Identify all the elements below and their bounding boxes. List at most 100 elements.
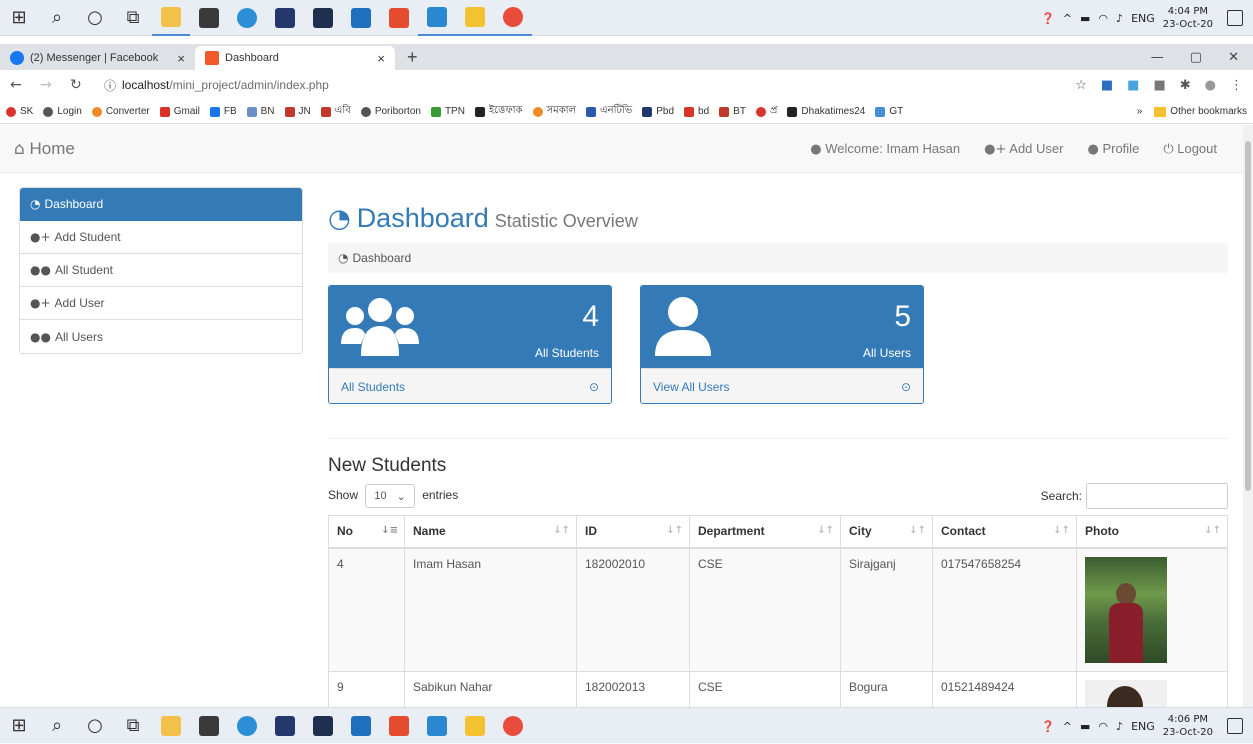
bookmark[interactable]: Dhakatimes24 (787, 106, 865, 117)
add-user-link[interactable]: ●+ Add User (984, 141, 1063, 157)
extension-icon[interactable]: ■ (1153, 78, 1165, 93)
app-icon[interactable] (380, 0, 418, 36)
star-icon[interactable]: ☆ (1075, 78, 1087, 93)
bookmark[interactable]: BN (246, 106, 275, 117)
dropbox-icon[interactable] (304, 708, 342, 744)
column-header-name[interactable]: Name ↓↑ (404, 515, 577, 549)
bookmark[interactable]: এনটিভি (586, 103, 632, 120)
sort-icon[interactable]: ↓↑ (1204, 525, 1221, 536)
bookmark[interactable]: TPN (430, 106, 465, 117)
bookmark[interactable]: প্র (755, 103, 777, 120)
mail-icon[interactable] (342, 708, 380, 744)
volume-icon[interactable]: ♪ (1116, 12, 1123, 25)
extension-icon[interactable]: ■ (1127, 78, 1139, 93)
forward-icon[interactable]: → (40, 77, 60, 93)
chevron-up-icon[interactable]: ^ (1063, 12, 1072, 25)
bookmark[interactable]: Pbd (642, 106, 674, 117)
mail-icon[interactable] (342, 0, 380, 36)
powershell-icon[interactable] (266, 708, 304, 744)
search-icon[interactable]: ⌕ (38, 0, 76, 36)
profile-link[interactable]: ● Profile (1087, 141, 1139, 157)
vscode-icon[interactable] (418, 708, 456, 744)
battery-icon[interactable]: ▬ (1080, 720, 1090, 733)
notification-icon[interactable] (1227, 10, 1243, 26)
edge-icon[interactable] (228, 708, 266, 744)
search-input[interactable] (1086, 483, 1228, 509)
menu-icon[interactable]: ⋮ (1230, 78, 1243, 93)
bookmark[interactable]: Poriborton (360, 106, 421, 117)
windows-start-icon[interactable]: ⊞ (0, 708, 38, 744)
welcome-link[interactable]: ● Welcome: Imam Hasan (810, 141, 960, 157)
vscode-icon[interactable] (418, 0, 456, 36)
store-icon[interactable] (190, 0, 228, 36)
sort-asc-icon[interactable]: ↓≡ (381, 525, 398, 536)
reload-icon[interactable]: ↻ (70, 77, 90, 93)
logout-link[interactable]: ⏻ Logout (1163, 141, 1217, 157)
clock[interactable]: 4:06 PM 23-Oct-20 (1163, 713, 1213, 739)
task-view-icon[interactable]: ⧉ (114, 708, 152, 744)
maximize-icon[interactable]: ▢ (1190, 50, 1202, 65)
entries-select[interactable]: 10 ⌄ (365, 484, 415, 508)
view-all-users-link[interactable]: View All Users (653, 380, 729, 394)
wifi-icon[interactable]: ◠ (1098, 12, 1108, 25)
bookmark[interactable]: JN (284, 106, 311, 117)
task-view-icon[interactable]: ⧉ (114, 0, 152, 36)
bookmark[interactable]: Gmail (159, 106, 200, 117)
column-header-id[interactable]: ID ↓↑ (576, 515, 690, 549)
column-header-department[interactable]: Department ↓↑ (689, 515, 841, 549)
bookmark[interactable]: সমকাল (532, 103, 576, 120)
bookmark[interactable]: BT (719, 106, 746, 117)
volume-icon[interactable]: ♪ (1116, 720, 1123, 733)
battery-icon[interactable]: ▬ (1080, 12, 1090, 25)
file-explorer-icon[interactable] (152, 708, 190, 744)
notification-icon[interactable] (1227, 718, 1243, 734)
app-icon[interactable] (380, 708, 418, 744)
students-card-footer[interactable]: All Students ⊙ (329, 368, 611, 403)
help-icon[interactable]: ❓ (1041, 12, 1055, 25)
sort-icon[interactable]: ↓↑ (666, 525, 683, 536)
arrow-circle-icon[interactable]: ⊙ (901, 380, 911, 394)
bookmark[interactable]: Login (43, 106, 82, 117)
tab-dashboard[interactable]: Dashboard × (195, 46, 395, 70)
edge-icon[interactable] (228, 0, 266, 36)
more-bookmarks-icon[interactable]: » (1137, 106, 1143, 117)
pycharm-icon[interactable] (456, 708, 494, 744)
help-icon[interactable]: ❓ (1041, 720, 1055, 733)
sidebar-item-all-student[interactable]: ●● All Student (20, 254, 302, 287)
column-header-contact[interactable]: Contact ↓↑ (932, 515, 1077, 549)
back-icon[interactable]: ← (10, 77, 30, 93)
sort-icon[interactable]: ↓↑ (553, 525, 570, 536)
sort-icon[interactable]: ↓↑ (817, 525, 834, 536)
minimize-icon[interactable]: — (1151, 50, 1164, 65)
profile-icon[interactable]: ● (1205, 78, 1216, 93)
column-header-no[interactable]: No ↓≡ (328, 515, 405, 549)
sort-icon[interactable]: ↓↑ (1053, 525, 1070, 536)
bookmark[interactable]: ইত্তেফাক (474, 103, 523, 120)
powershell-icon[interactable] (266, 0, 304, 36)
bookmark[interactable]: Converter (91, 106, 150, 117)
column-header-city[interactable]: City ↓↑ (840, 515, 933, 549)
other-bookmarks[interactable]: » Other bookmarks (1136, 106, 1247, 117)
sidebar-item-add-user[interactable]: ●+ Add User (20, 287, 302, 320)
chrome-icon[interactable] (494, 708, 532, 744)
close-tab-icon[interactable]: × (377, 51, 385, 66)
url-field[interactable]: ⓘ localhost/mini_project/admin/index.php (104, 77, 329, 94)
bookmark[interactable]: FB (209, 106, 237, 117)
chrome-icon[interactable] (494, 0, 532, 36)
users-card-footer[interactable]: View All Users ⊙ (641, 368, 923, 403)
column-header-photo[interactable]: Photo ↓↑ (1076, 515, 1228, 549)
windows-start-icon[interactable]: ⊞ (0, 0, 38, 36)
cortana-icon[interactable]: ○ (76, 0, 114, 36)
language-indicator[interactable]: ENG (1131, 720, 1155, 733)
info-icon[interactable]: ⓘ (104, 77, 116, 94)
extension-icon[interactable]: ■ (1101, 78, 1113, 93)
file-explorer-icon[interactable] (152, 0, 190, 36)
chevron-up-icon[interactable]: ^ (1063, 720, 1072, 733)
bookmark[interactable]: GT (875, 106, 903, 117)
wifi-icon[interactable]: ◠ (1098, 720, 1108, 733)
language-indicator[interactable]: ENG (1131, 12, 1155, 25)
bookmark[interactable]: bd (684, 106, 709, 117)
sidebar-item-dashboard[interactable]: ◔ Dashboard (20, 188, 302, 221)
bookmark[interactable]: এবি (320, 103, 351, 120)
tab-messenger[interactable]: (2) Messenger | Facebook × (0, 46, 195, 70)
